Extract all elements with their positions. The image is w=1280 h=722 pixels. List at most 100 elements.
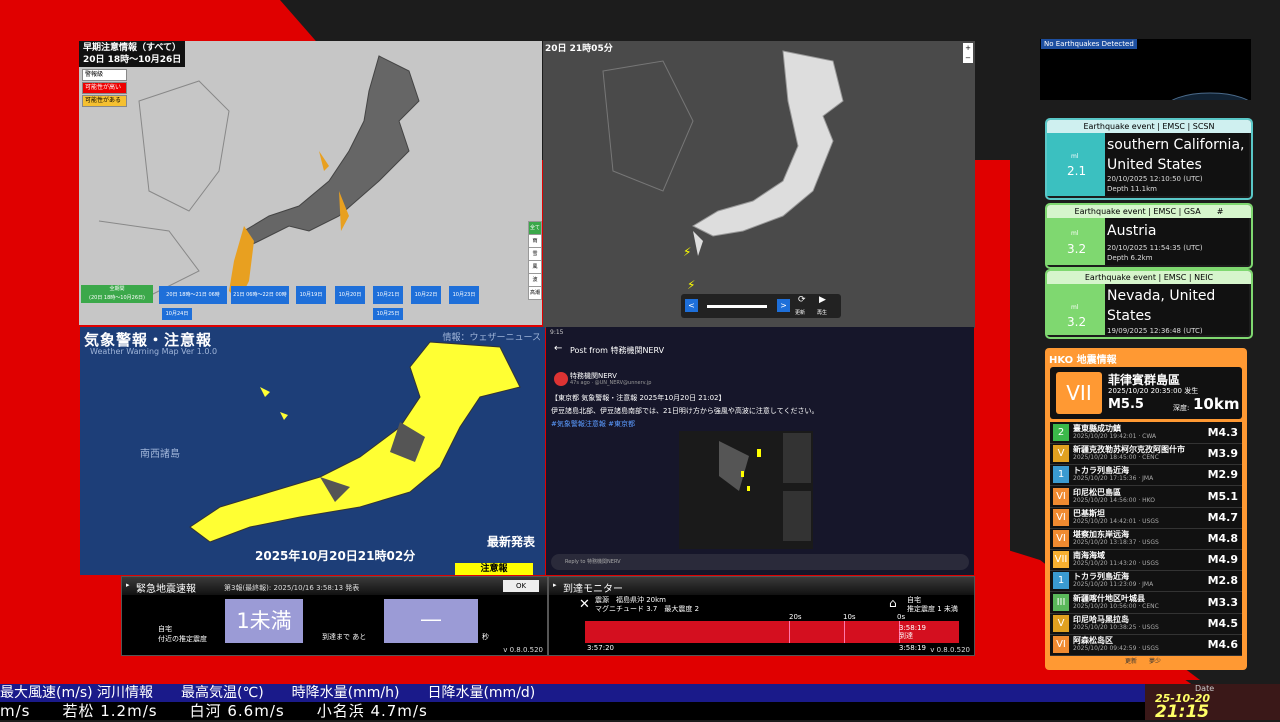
forecast-legend: 警報級 可能性が高い 可能性がある (82, 69, 127, 108)
status-time: 9:15 (550, 329, 564, 336)
event-depth: Depth 6.2km (1107, 254, 1153, 262)
avatar[interactable] (554, 372, 568, 386)
japan-map-image: ⚡ ⚡ (602, 50, 844, 292)
svg-text:⚡: ⚡ (687, 278, 695, 292)
play-icon[interactable]: ▶ (819, 295, 826, 305)
post-image[interactable] (679, 431, 813, 549)
filter-tide-button[interactable]: 高潮 (528, 286, 542, 300)
event-detail: 2025/10/20 14:42:01 · USGS (1073, 517, 1159, 525)
zoom-control[interactable]: + − (963, 43, 973, 63)
prev-button[interactable]: < (685, 299, 698, 312)
list-item[interactable]: 1 トカラ列島近海 2025/10/20 17:15:36 · JMA M2.9 (1050, 464, 1242, 487)
hko-main-event[interactable]: VII 菲律賓群島區 2025/10/20 20:35:00 发生 M5.5 深… (1050, 367, 1242, 419)
filter-wave-button[interactable]: 波 (528, 273, 542, 287)
region-label: 南西諸島 (140, 449, 180, 460)
event-magnitude: M4.7 (1207, 510, 1238, 524)
hko-intensity: VII (1056, 372, 1102, 414)
svg-text:⚡: ⚡ (683, 245, 691, 259)
period-button[interactable]: 10月22日 (411, 286, 441, 304)
event-time: 20/10/2025 11:54:35 (UTC) (1107, 244, 1203, 252)
list-item[interactable]: 2 臺東縣成功鎮 2025/10/20 19:42:01 · CWA M4.3 (1050, 422, 1242, 444)
collapse-icon[interactable]: ▸ (126, 581, 130, 589)
filter-rain-button[interactable]: 雨 (528, 234, 542, 248)
period-button[interactable]: 10月25日 (373, 308, 403, 320)
epicenter-icon: ✕ (579, 597, 590, 612)
event-detail: 2025/10/20 09:42:59 · USGS (1073, 645, 1159, 652)
filter-snow-button[interactable]: 雪 (528, 247, 542, 261)
hko-time: 2025/10/20 20:35:00 发生 (1108, 387, 1199, 395)
post-handle: 47s ago · @UN_NERV@unnerv.jp (570, 380, 652, 386)
play-label: 再生 (817, 310, 828, 316)
event-magnitude: M4.9 (1207, 553, 1238, 567)
period-button[interactable]: 20日 18時〜21日 06時 (159, 286, 227, 304)
tick-label: 10s (843, 613, 856, 621)
back-arrow-icon[interactable]: ← (554, 343, 562, 354)
reply-input[interactable]: Reply to 特務機関NERV (551, 554, 969, 570)
list-item[interactable]: III 新疆喀什地区叶城县 2025/10/20 10:56:00 · CENC M3… (1050, 592, 1242, 614)
post-header: Post from 特務機関NERV (570, 346, 665, 355)
list-item[interactable]: VI 堪察加东岸远海 2025/10/20 13:18:37 · USGS M4.8 (1050, 528, 1242, 550)
event-body: Austria 20/10/2025 11:54:35 (UTC) Depth … (1105, 218, 1249, 265)
collapse-icon[interactable]: ▸ (553, 581, 557, 589)
eq-event-card[interactable]: Earthquake event | EMSC | NEIC ml 3.2 Nev… (1045, 269, 1253, 339)
intensity-badge: 1 (1053, 466, 1069, 484)
hko-panel: HKO 地震情報 VII 菲律賓群島區 2025/10/20 20:35:00 … (1045, 348, 1247, 670)
list-item[interactable]: VI 阿森松岛区 2025/10/20 09:42:59 · USGS M4.6 (1050, 634, 1242, 656)
period-button[interactable]: 10月23日 (449, 286, 479, 304)
next-button[interactable]: > (777, 299, 790, 312)
post-text-line: 伊豆諸島北部、伊豆諸島南部では、21日明け方から強風や高波に注意してください。 (551, 407, 819, 415)
period-button[interactable]: 10月24日 (162, 308, 192, 320)
event-body: southern California, United States 20/10… (1105, 133, 1249, 196)
arrival-title: 到達モニター (563, 584, 623, 595)
home-icon: ⌂ (889, 596, 897, 610)
filter-wind-button[interactable]: 風 (528, 260, 542, 274)
event-magnitude: M2.8 (1207, 574, 1238, 588)
period-button[interactable]: 21日 06時〜22日 00時 (231, 286, 289, 304)
event-detail: 2025/10/20 10:56:00 · CENC (1073, 602, 1159, 610)
post-image-map (679, 431, 813, 549)
arrival-monitor-panel: ▸ 到達モニター ✕ 震源 福島県沖 20km マグニチュード 3.7 最大震度 … (548, 576, 975, 656)
eew-report: 第3報(最終報): 2025/10/16 3:58:13 発表 (224, 584, 360, 592)
map2-title: 20日 21時05分 (545, 44, 613, 54)
post-hashtags[interactable]: #気象警報注意報 #東京都 (551, 419, 635, 429)
legend-item: 可能性がある (82, 95, 127, 107)
playback-controls: < > ⟳ 更新 ▶ 再生 (681, 294, 841, 318)
event-body: Nevada, United States 19/09/2025 12:36:4… (1105, 284, 1249, 335)
warning-subtitle: Weather Warning Map Ver 1.0.0 (90, 347, 218, 356)
hko-pager: 更新 夢少 (1125, 658, 1162, 665)
period-button[interactable]: 10月20日 (335, 286, 365, 304)
refresh-icon[interactable]: ⟳ (798, 295, 806, 305)
period-button[interactable]: 10月21日 (373, 286, 403, 304)
hko-depth-label: 深度: (1173, 404, 1190, 412)
intensity-badge: VI (1053, 636, 1069, 653)
event-magnitude: M5.1 (1207, 489, 1238, 503)
list-item[interactable]: VI 巴基斯坦 2025/10/20 14:42:01 · USGS M4.7 (1050, 507, 1242, 529)
legend-item: 可能性が高い (82, 82, 127, 94)
list-item[interactable]: VI 印尼松巴島區 2025/10/20 14:56:00 · HKO M5.1 (1050, 486, 1242, 508)
seconds-label: 秒 (482, 633, 489, 641)
post-text-line: 【東京都 気象警報・注意報 2025年10月20日 21:02】 (551, 394, 726, 402)
hko-event-list: 2 臺東縣成功鎮 2025/10/20 19:42:01 · CWA M4.3 V 新疆克… (1050, 422, 1242, 656)
period-button[interactable]: 10月19日 (296, 286, 326, 304)
weather-warning-panel: 気象警報・注意報 Weather Warning Map Ver 1.0.0 情… (80, 327, 545, 575)
list-item[interactable]: V 印尼哈马黑拉岛 2025/10/20 10:38:25 · USGS M4.5 (1050, 613, 1242, 635)
clock: Date 25-10-20 21:15 (1145, 684, 1280, 722)
event-detail: 2025/10/20 14:56:00 · HKO (1073, 496, 1155, 504)
intensity-badge: III (1053, 593, 1069, 611)
eew-title: 緊急地震速報 (136, 584, 196, 595)
list-item[interactable]: 1 トカラ列島近海 2025/10/20 11:23:09 · JMA M2.8 (1050, 570, 1242, 593)
countdown-value: ― (421, 607, 441, 631)
filter-all-button[interactable]: 全て (528, 221, 542, 235)
eq-event-card[interactable]: Earthquake event | EMSC | GSA # ml 3.2 Au… (1045, 203, 1253, 269)
estimated-intensity: 1未満 (225, 599, 303, 643)
event-magnitude: M4.3 (1207, 426, 1238, 439)
list-item[interactable]: V 新疆克孜勒苏柯尔克孜阿图什市 2025/10/20 18:45:00 · CEN… (1050, 443, 1242, 466)
ok-button[interactable]: OK (503, 580, 539, 592)
event-header: Earthquake event | EMSC | NEIC (1047, 271, 1251, 284)
ticker-values: m/s 若松 1.2m/s 白河 6.6m/s 小名浜 4.7m/s (0, 702, 1145, 720)
period-button-all[interactable]: 全期間 (20日 18時〜10月26日) (81, 285, 153, 303)
time-slider[interactable] (707, 305, 767, 308)
event-magnitude: M4.5 (1207, 616, 1238, 630)
list-item[interactable]: VII 南海海域 2025/10/20 11:43:20 · USGS M4.9 (1050, 549, 1242, 572)
eq-event-card[interactable]: Earthquake event | EMSC | SCSN ml 2.1 sou… (1045, 118, 1253, 200)
